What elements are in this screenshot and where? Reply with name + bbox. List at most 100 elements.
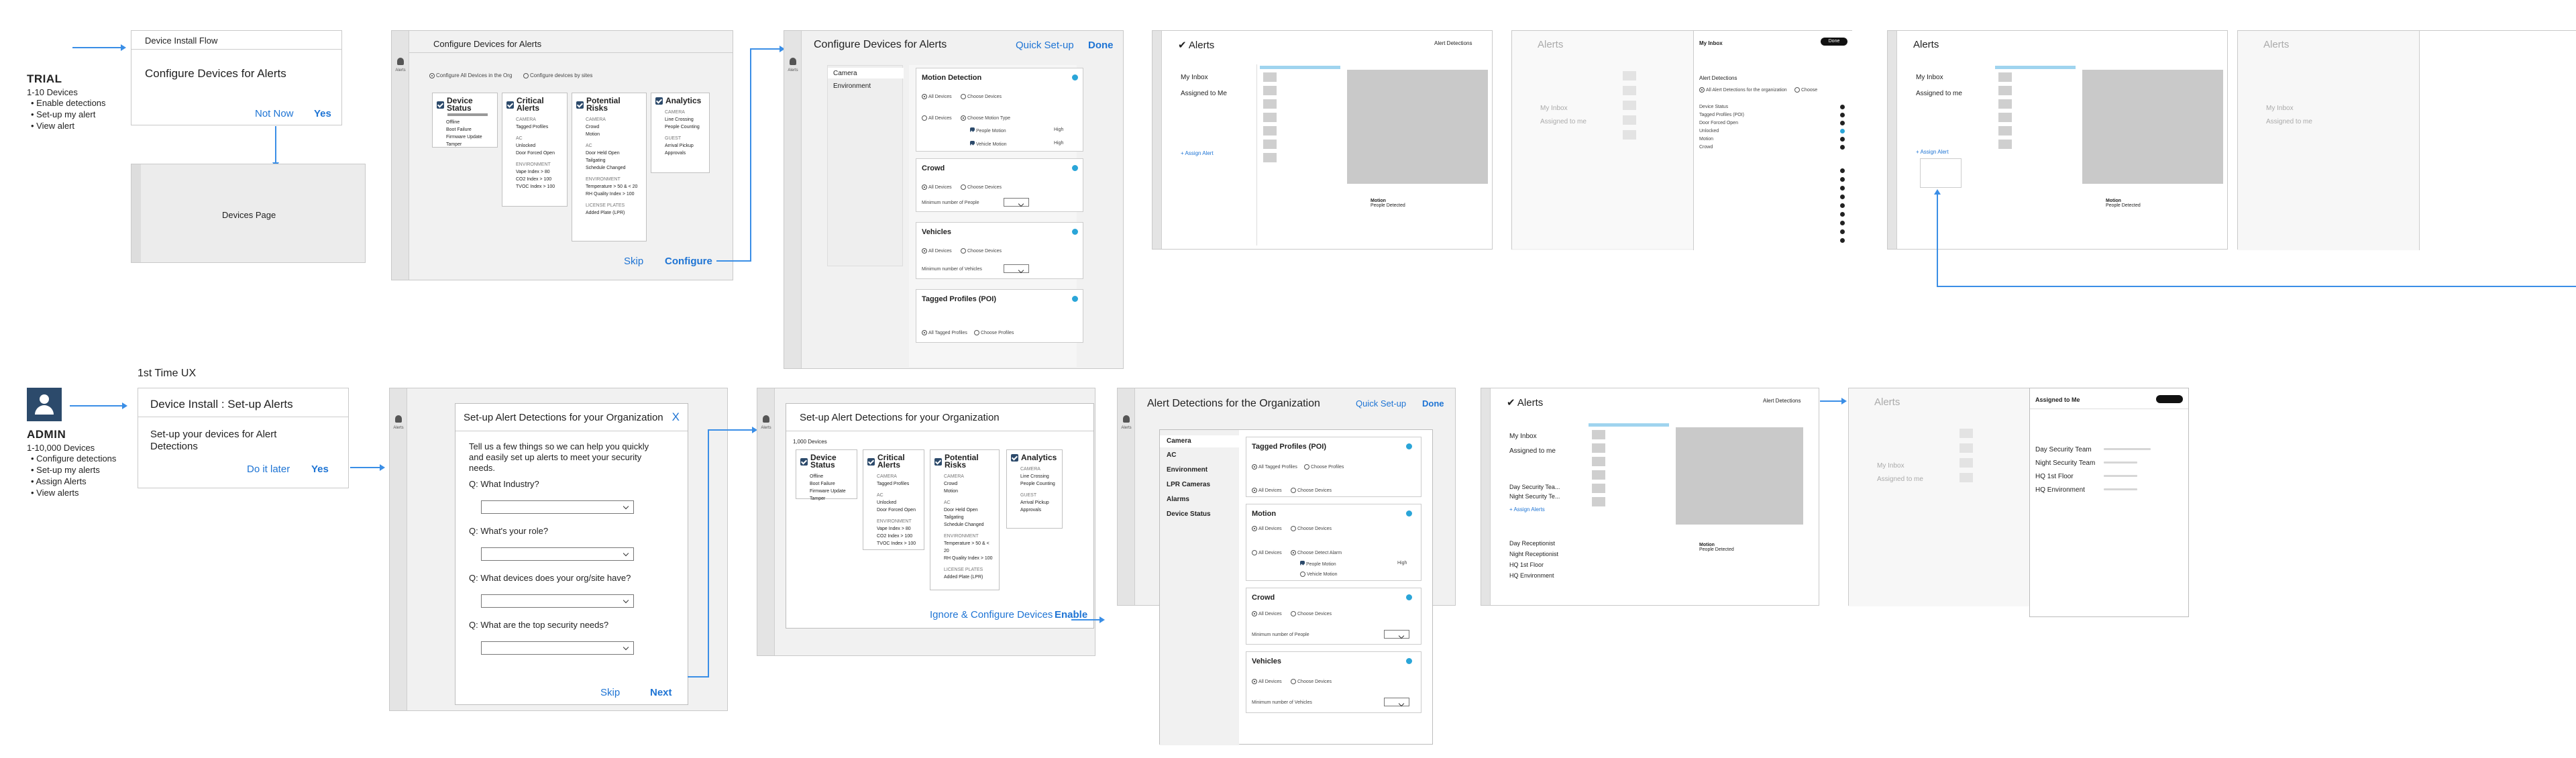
toggle[interactable] [1840,212,1845,217]
assigned-row[interactable]: Day Security Team [2035,446,2092,453]
nav-my-inbox[interactable]: My Inbox [1916,74,1943,81]
toggle[interactable] [1840,238,1845,243]
category-critical-alerts[interactable]: Critical Alerts CAMERA Tagged Profiles AC… [863,449,924,550]
assign-alerts-link[interactable]: + Assign Alerts [1509,506,1545,512]
assigned-row[interactable]: HQ Environment [2035,486,2085,494]
enabled-dot[interactable] [1072,165,1078,171]
toggle[interactable] [1840,221,1845,225]
yes-button[interactable]: Yes [314,108,331,119]
checkbox-icon[interactable] [506,101,514,109]
category-analytics[interactable]: Analytics CAMERA Line Crossing People Coun… [651,93,710,173]
ignore-configure-button[interactable]: Ignore & Configure Devices [930,609,1053,620]
toggle[interactable] [1840,137,1845,142]
toggle[interactable] [1840,195,1845,199]
nav-my-inbox[interactable]: My Inbox [1509,433,1537,440]
enabled-dot[interactable] [1406,510,1412,517]
industry-select[interactable] [481,500,634,514]
toggle[interactable] [1840,129,1845,133]
crowd-card: Crowd All Devices Choose Devices Minimum… [1246,588,1421,645]
nav-assigned[interactable]: Assigned to me [1509,447,1556,455]
enabled-dot[interactable] [1406,658,1412,664]
yes-button[interactable]: Yes [311,464,329,475]
enabled-dot[interactable] [1406,443,1412,449]
vehicles-select[interactable] [1004,264,1029,273]
done-button[interactable]: Done [1422,398,1444,409]
tab-alarms[interactable]: Alarms [1167,496,1189,503]
skip-button[interactable]: Skip [624,256,643,267]
category-critical-alerts[interactable]: Critical Alerts CAMERA Tagged Profiles AC… [502,93,568,207]
tab-ac[interactable]: AC [1167,451,1176,459]
category-potential-risks[interactable]: Potential Risks CAMERA Crowd Motion AC Door… [572,93,647,241]
assign-alert-link[interactable]: + Assign Alert [1916,149,1949,155]
configure-button[interactable]: Configure [665,256,712,267]
nav-my-inbox[interactable]: My Inbox [1181,74,1208,81]
checkbox-icon[interactable] [655,97,663,105]
assigned-row[interactable]: Night Security Team [2035,459,2095,467]
team-night-receptionist[interactable]: Night Receptionist [1509,551,1558,557]
tab-camera[interactable]: Camera [1160,435,1239,447]
nav-assigned-dim: Assigned to me [1877,476,1923,483]
vehicles-select[interactable] [1384,698,1409,706]
done-button[interactable]: Done [1088,40,1114,51]
checkbox-icon[interactable] [867,457,875,466]
detections-panel: My Inbox Done Alert Detections All Alert… [1693,31,1853,250]
category-device-status[interactable]: Device Status Offline Boot Failure Firmwar… [432,93,498,148]
done-button[interactable] [2156,395,2183,403]
tab-lpr[interactable]: LPR Cameras [1167,481,1210,488]
group-night-security[interactable]: Night Security Te... [1509,493,1560,500]
checkbox-icon[interactable] [576,101,584,109]
skip-button[interactable]: Skip [600,687,620,698]
needs-select[interactable] [481,641,634,655]
enabled-dot[interactable] [1072,296,1078,302]
done-button[interactable]: Done [1821,38,1847,46]
not-now-button[interactable]: Not Now [255,108,294,119]
tab-environment[interactable]: Environment [828,80,876,92]
quick-setup-link[interactable]: Quick Set-up [1356,398,1406,409]
tab-camera[interactable]: Camera [828,68,904,78]
team-day-receptionist[interactable]: Day Receptionist [1509,540,1555,547]
enabled-dot[interactable] [1072,229,1078,235]
toggle[interactable] [1840,145,1845,150]
toggle[interactable] [1840,113,1845,117]
checkbox-icon[interactable] [1011,454,1018,462]
assign-alert-link[interactable]: + Assign Alert [1181,150,1214,156]
toggle[interactable] [1840,168,1845,173]
assigned-row[interactable]: HQ 1st Floor [2035,473,2074,480]
group-day-security[interactable]: Day Security Tea... [1509,484,1560,490]
toggle[interactable] [1840,105,1845,109]
toggle[interactable] [1840,121,1845,125]
checkbox-icon[interactable] [934,457,942,466]
people-select[interactable] [1384,630,1409,639]
category-device-status[interactable]: Device Status Offline Boot Failure Firmwar… [796,449,857,501]
nav-assigned[interactable]: Assigned to me [1916,90,1962,97]
people-select[interactable] [1004,198,1029,207]
quick-setup-link[interactable]: Quick Set-up [1016,40,1074,51]
option-all[interactable]: Configure All Devices in the Org [429,72,512,78]
category-analytics[interactable]: Analytics CAMERA Line Crossing People Coun… [1006,449,1063,529]
alert-detections-link[interactable]: Alert Detections [1434,40,1472,46]
team-hq-environment[interactable]: HQ Environment [1509,572,1554,579]
enabled-dot[interactable] [1072,74,1078,80]
alert-detections-link[interactable]: Alert Detections [1763,398,1801,404]
devices-select[interactable] [481,594,634,608]
checkbox-icon[interactable] [800,457,808,466]
tab-device-status[interactable]: Device Status [1167,510,1211,518]
enabled-dot[interactable] [1406,594,1412,600]
team-hq-1st-floor[interactable]: HQ 1st Floor [1509,561,1544,568]
checkbox-icon[interactable] [437,101,444,109]
nav-assigned[interactable]: Assigned to Me [1181,90,1227,97]
do-it-later-button[interactable]: Do it later [247,464,290,475]
close-icon[interactable]: X [672,411,680,424]
toggle[interactable] [1840,229,1845,234]
alerts-inbox-screen: ✔ Alerts Alert Detections My Inbox Assig… [1152,30,1493,250]
tab-environment[interactable]: Environment [1167,466,1208,474]
toggle[interactable] [1840,177,1845,182]
toggle[interactable] [1840,186,1845,191]
next-button[interactable]: Next [650,687,672,698]
role-select[interactable] [481,547,634,561]
option-sites[interactable]: Configure devices by sites [523,72,592,78]
assign-menu[interactable] [1920,158,1962,188]
connector [1937,286,2576,287]
toggle[interactable] [1840,203,1845,208]
category-potential-risks[interactable]: Potential Risks CAMERA Crowd Motion AC Door… [930,449,1000,590]
